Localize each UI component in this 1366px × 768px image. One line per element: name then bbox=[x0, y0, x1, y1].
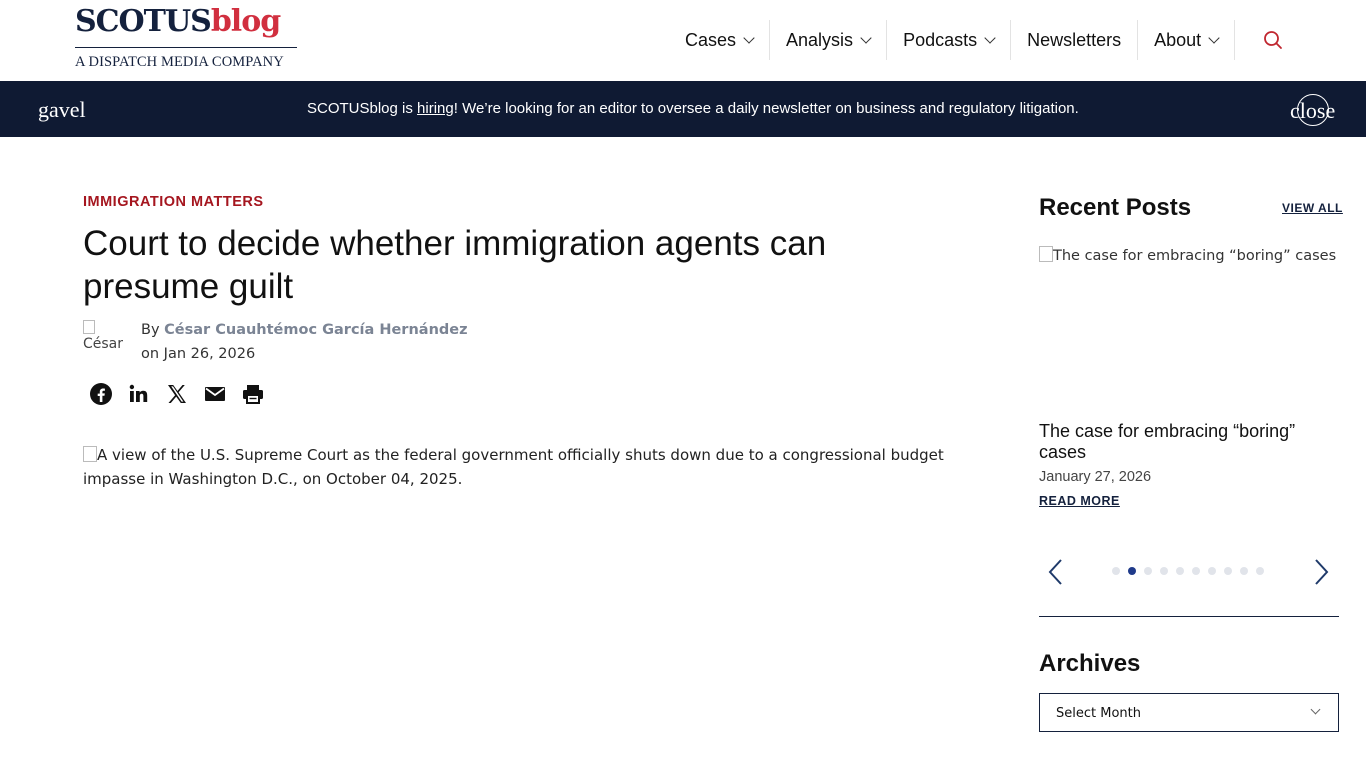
nav-item-label: Podcasts bbox=[903, 29, 978, 50]
archives-heading: Archives bbox=[1039, 650, 1141, 677]
article-title: Court to decide whether immigration agen… bbox=[83, 224, 827, 306]
recent-post-date: January 27, 2026 bbox=[1039, 469, 1152, 485]
carousel-dot[interactable] bbox=[1112, 567, 1120, 575]
recent-post-image[interactable]: The case for embracing “boring” cases bbox=[1039, 246, 1339, 406]
nav-item-label: Newsletters bbox=[1027, 29, 1122, 50]
carousel-dot[interactable] bbox=[1240, 567, 1248, 575]
announcement-bar: gavel SCOTUSblog is hiring! We’re lookin… bbox=[0, 81, 1366, 137]
author-link[interactable]: César Cuauhtémoc García Hernández bbox=[164, 322, 467, 338]
recent-post-image-alt-text: The case for embracing “boring” cases bbox=[1053, 248, 1337, 264]
author-avatar: César bbox=[83, 320, 133, 360]
announcement-text-after: ! We’re looking for an editor to oversee… bbox=[453, 100, 1079, 117]
carousel-next-icon[interactable] bbox=[1308, 558, 1334, 586]
nav-item-label: About bbox=[1154, 29, 1202, 50]
recent-posts-heading: Recent Posts bbox=[1039, 194, 1192, 221]
nav-separator bbox=[1234, 20, 1236, 60]
recent-post-title[interactable]: The case for embracing “boring” cases bbox=[1039, 421, 1329, 463]
site-logo[interactable]: SCOTUSblog A DISPATCH MEDIA COMPANY bbox=[75, 4, 299, 71]
logo-divider bbox=[75, 47, 297, 48]
carousel-dot[interactable] bbox=[1192, 567, 1200, 575]
nav-item-about[interactable]: About bbox=[1138, 20, 1234, 60]
chevron-down-icon bbox=[1208, 31, 1220, 44]
carousel-dot[interactable] bbox=[1144, 567, 1152, 575]
carousel-dot[interactable] bbox=[1160, 567, 1168, 575]
broken-image-icon bbox=[83, 446, 97, 462]
share-bar bbox=[89, 382, 265, 406]
view-all-link[interactable]: VIEW ALL bbox=[1282, 201, 1343, 215]
x-icon[interactable] bbox=[165, 382, 189, 406]
carousel-dots bbox=[1112, 567, 1264, 575]
read-more-link[interactable]: READ MORE bbox=[1039, 494, 1120, 508]
carousel-dot[interactable] bbox=[1256, 567, 1264, 575]
publish-date: on Jan 26, 2026 bbox=[141, 346, 256, 362]
carousel-dot[interactable] bbox=[1224, 567, 1232, 575]
logo-wordmark: SCOTUSblog bbox=[75, 4, 299, 40]
search-icon[interactable] bbox=[1262, 29, 1284, 51]
broken-image-icon bbox=[83, 320, 95, 334]
chevron-down-icon bbox=[860, 31, 872, 44]
nav-item-label: Analysis bbox=[786, 29, 854, 50]
avatar-alt-text: César bbox=[83, 336, 124, 352]
email-icon[interactable] bbox=[203, 382, 227, 406]
linkedin-icon[interactable] bbox=[127, 382, 151, 406]
facebook-icon[interactable] bbox=[89, 382, 113, 406]
hero-image: A view of the U.S. Supreme Court as the … bbox=[83, 443, 983, 491]
sidebar-divider bbox=[1039, 616, 1339, 617]
site-header: SCOTUSblog A DISPATCH MEDIA COMPANY Case… bbox=[0, 0, 1366, 81]
logo-blog: blog bbox=[210, 4, 281, 39]
nav-item-analysis[interactable]: Analysis bbox=[770, 20, 886, 60]
carousel-dot[interactable] bbox=[1128, 567, 1136, 575]
nav-item-label: Cases bbox=[685, 29, 737, 50]
carousel-dot[interactable] bbox=[1208, 567, 1216, 575]
logo-tagline: A DISPATCH MEDIA COMPANY bbox=[75, 54, 284, 70]
nav-item-newsletters[interactable]: Newsletters bbox=[1011, 20, 1137, 60]
nav-item-podcasts[interactable]: Podcasts bbox=[887, 20, 1010, 60]
hero-image-alt-text: A view of the U.S. Supreme Court as the … bbox=[83, 446, 944, 488]
close-button[interactable]: close bbox=[1290, 94, 1336, 126]
print-icon[interactable] bbox=[241, 382, 265, 406]
broken-image-icon bbox=[1039, 246, 1053, 262]
logo-scotus: SCOTUS bbox=[75, 4, 212, 39]
close-label: close bbox=[1290, 98, 1336, 123]
byline-prefix: By bbox=[141, 322, 165, 338]
chevron-down-icon bbox=[743, 31, 755, 44]
byline: By César Cuauhtémoc García Hernández bbox=[141, 322, 468, 338]
hiring-link[interactable]: hiring bbox=[417, 100, 454, 117]
chevron-down-icon bbox=[984, 31, 996, 44]
announcement-text-before: SCOTUSblog is bbox=[307, 100, 418, 117]
chevron-down-icon bbox=[1310, 704, 1321, 715]
announcement-text: SCOTUSblog is hiring! We’re looking for … bbox=[307, 100, 1079, 117]
gavel-icon: gavel bbox=[38, 97, 86, 122]
article-category[interactable]: IMMIGRATION MATTERS bbox=[83, 194, 264, 210]
carousel-dot[interactable] bbox=[1176, 567, 1184, 575]
archives-select-value: Select Month bbox=[1056, 706, 1141, 721]
carousel-prev-icon[interactable] bbox=[1043, 558, 1069, 586]
archives-select[interactable]: Select Month bbox=[1039, 693, 1339, 732]
main-nav: Cases Analysis Podcasts Newsletters About bbox=[669, 20, 1236, 60]
nav-item-cases[interactable]: Cases bbox=[669, 20, 769, 60]
